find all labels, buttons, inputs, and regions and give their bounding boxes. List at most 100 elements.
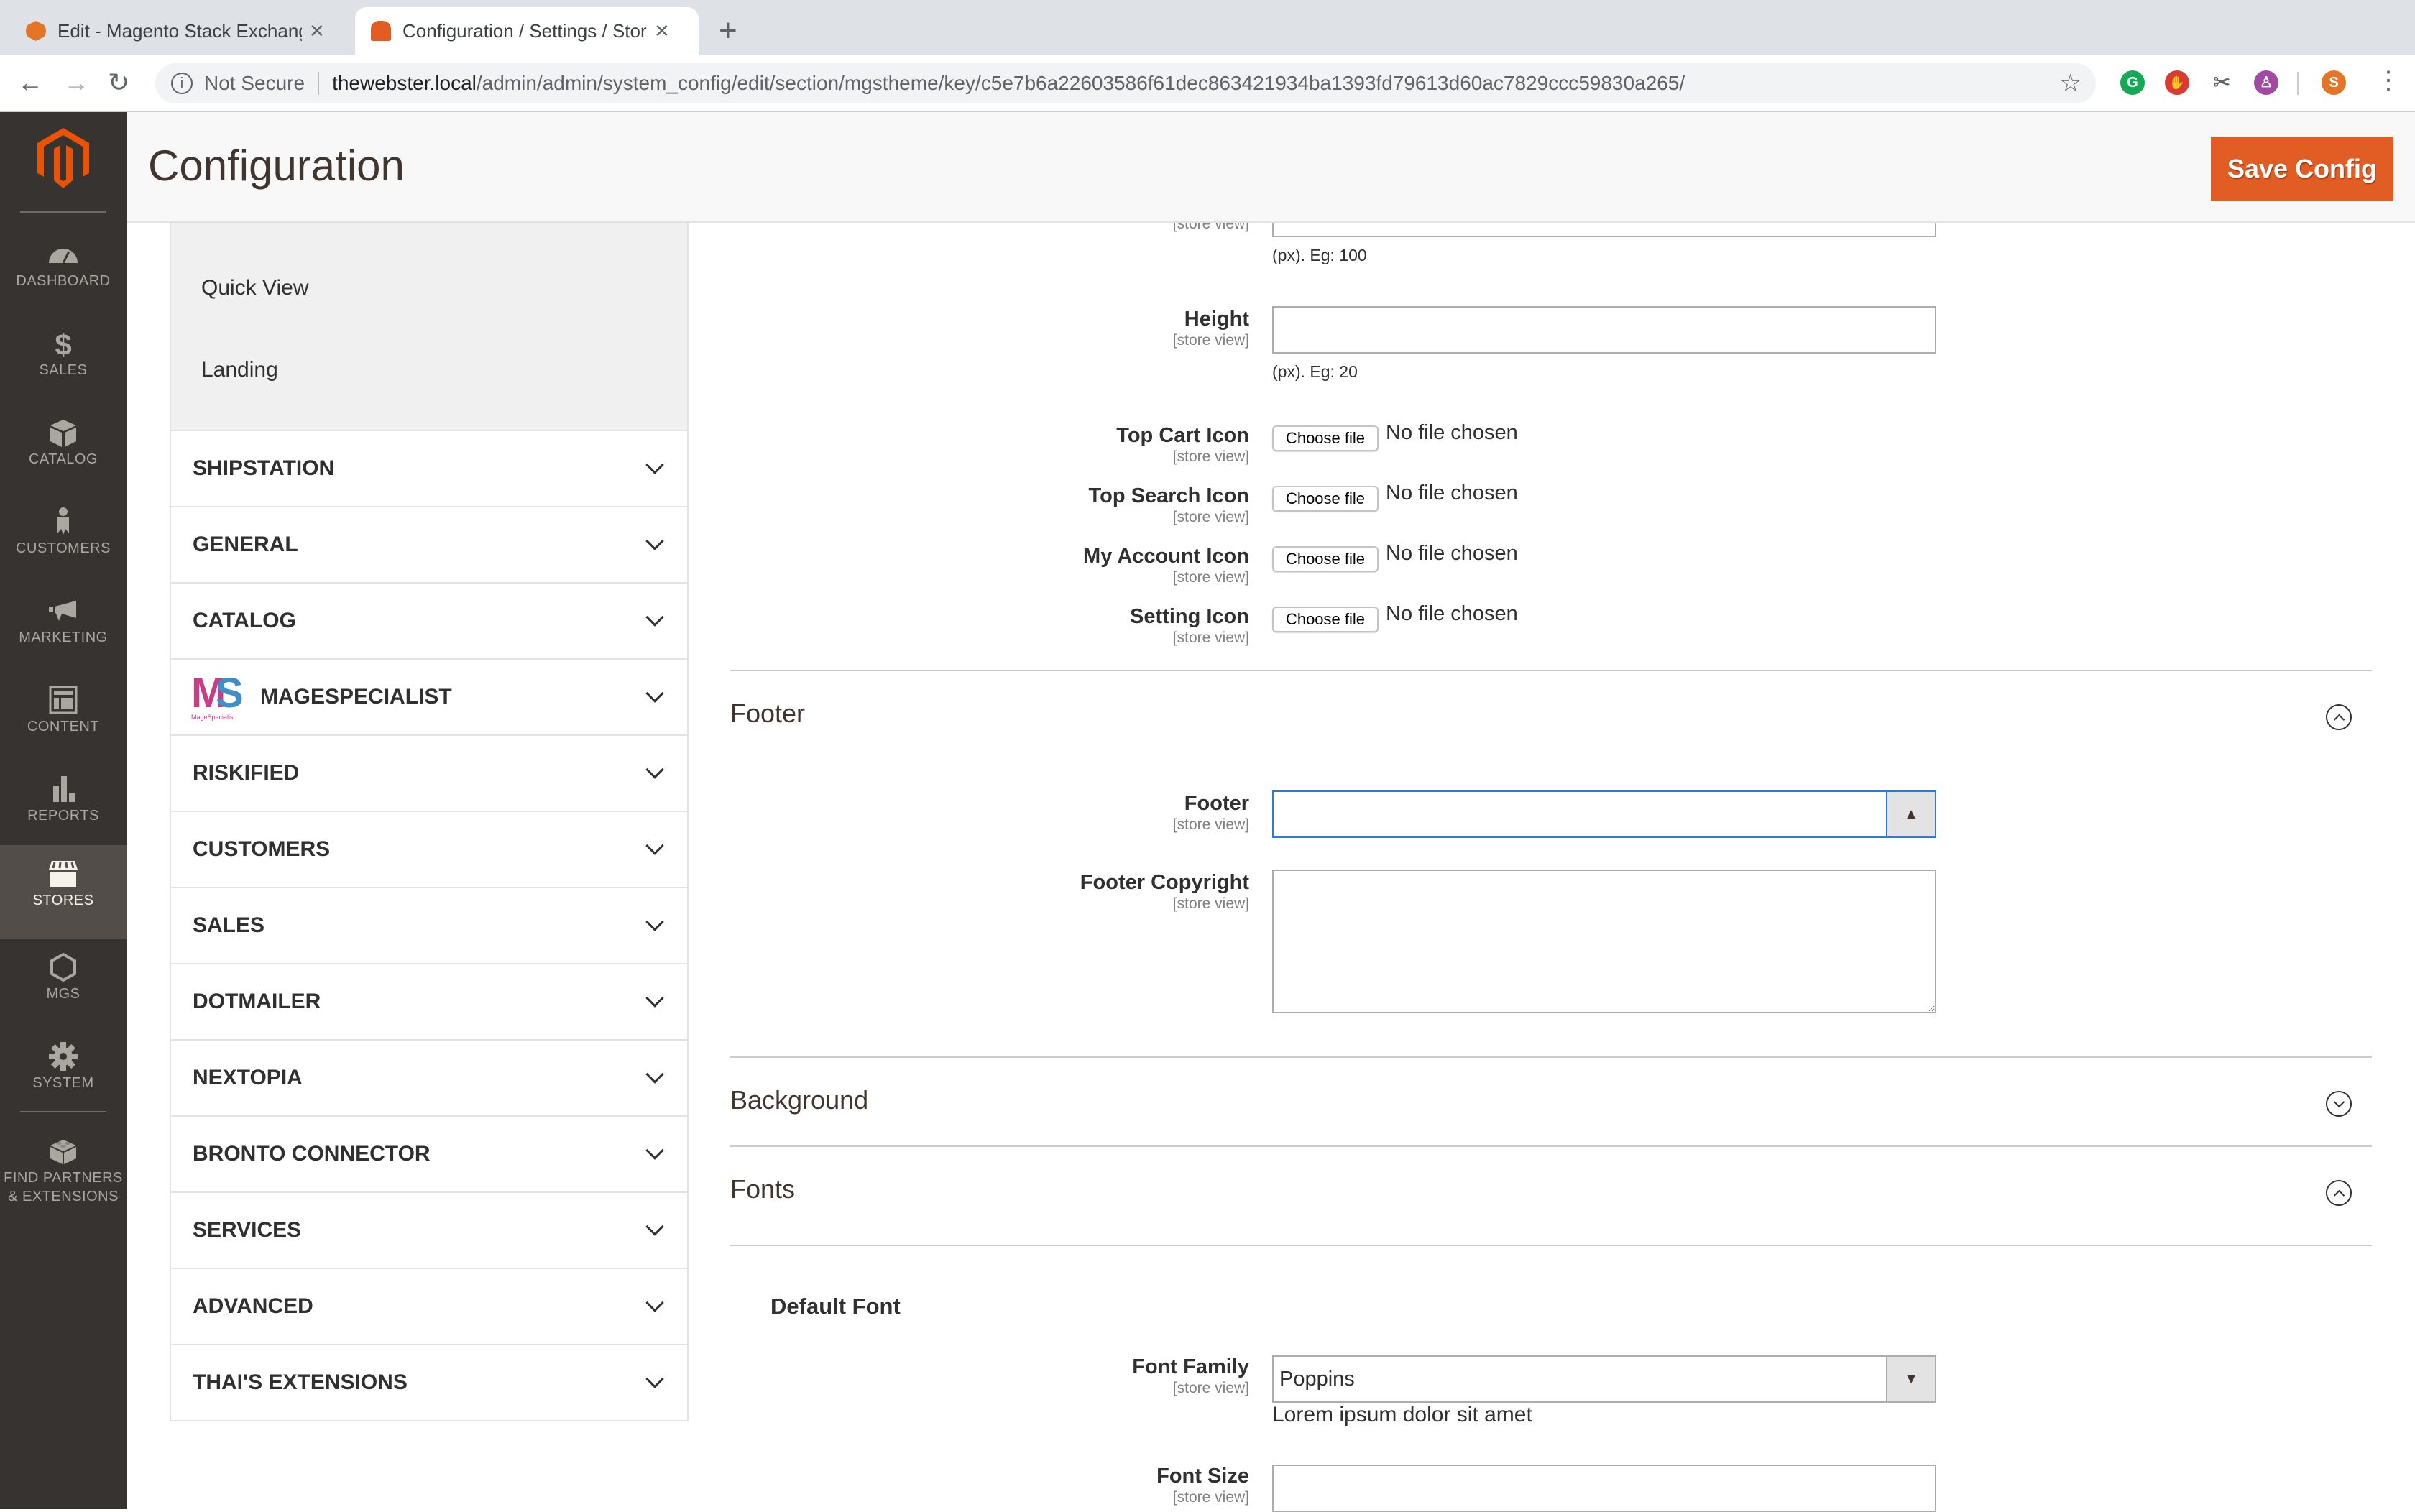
fonts-section-title[interactable]: Fonts [730, 1174, 795, 1204]
font-size-input[interactable] [1272, 1465, 1936, 1512]
scope-label: [store view] [1172, 569, 1249, 586]
admin-menu-reports[interactable]: REPORTS [0, 760, 126, 849]
admin-menu-label: REPORTS [27, 808, 99, 824]
admin-sidebar: DASHBOARD $ SALES CATALOG CUSTOMERS MARK… [0, 112, 126, 1509]
nav-section-dotmailer[interactable]: DOTMAILER [170, 964, 689, 1041]
stackexchange-magento-icon [26, 21, 46, 41]
my-account-icon-choose-file-button[interactable]: Choose file [1272, 546, 1379, 572]
collapse-section-icon[interactable] [2326, 704, 2352, 730]
admin-menu-stores[interactable]: STORES [0, 845, 126, 939]
tab-title: Edit - Magento Stack Exchange [58, 19, 302, 42]
admin-menu-mgs[interactable]: MGS [0, 939, 126, 1028]
height-input[interactable] [1272, 306, 1936, 354]
nav-section-label: DOTMAILER [193, 990, 321, 1013]
admin-menu-label: DASHBOARD [16, 273, 111, 289]
page-header-backdrop [126, 112, 2415, 223]
browser-tab-bar: Edit - Magento Stack Exchange ✕ Configur… [0, 0, 2415, 55]
nav-section-label: SALES [193, 913, 265, 937]
admin-menu-label: FIND PARTNERS & EXTENSIONS [4, 1170, 123, 1204]
admin-menu-sales[interactable]: $ SALES [0, 315, 126, 404]
toolbar-divider [2297, 72, 2299, 95]
footer-section-title[interactable]: Footer [730, 699, 805, 729]
security-label[interactable]: Not Secure [204, 72, 305, 95]
background-section-title[interactable]: Background [730, 1085, 868, 1115]
svg-text:$: $ [55, 328, 71, 359]
admin-menu-customers[interactable]: CUSTOMERS [0, 493, 126, 582]
file-status: No file chosen [1386, 602, 1518, 625]
chevron-down-icon [645, 913, 664, 931]
file-status: No file chosen [1386, 421, 1518, 444]
chevron-down-icon [645, 760, 664, 779]
save-config-button[interactable]: Save Config [2211, 137, 2393, 201]
info-icon[interactable]: i [171, 73, 193, 94]
nav-section-label: NEXTOPIA [193, 1066, 303, 1089]
top-cart-icon-label: Top Cart Icon [1116, 424, 1249, 447]
reload-icon[interactable]: ↻ [108, 68, 129, 98]
back-arrow-icon[interactable]: ← [17, 68, 43, 98]
person-icon [58, 507, 69, 535]
tools-extension-icon[interactable]: ✂ [2209, 70, 2234, 95]
nav-section-bronto-connector[interactable]: BRONTO CONNECTOR [170, 1117, 689, 1193]
expand-section-icon[interactable] [2326, 1091, 2352, 1117]
address-bar[interactable]: i Not Secure thewebster.local/admin/admi… [155, 63, 2096, 103]
admin-menu-label: MGS [46, 986, 80, 1002]
caret-up-icon[interactable]: ▲ [1886, 792, 1935, 836]
nav-section-services[interactable]: SERVICES [170, 1193, 689, 1269]
tab-magento-stack-exchange[interactable]: Edit - Magento Stack Exchange ✕ [10, 7, 348, 55]
nav-section-thais-extensions[interactable]: THAI'S EXTENSIONS [170, 1345, 689, 1421]
adblock-extension-icon[interactable]: ✋ [2165, 70, 2189, 95]
nav-section-magespecialist[interactable]: MS MageSpecialist MAGESPECIALIST [170, 660, 689, 736]
chevron-down-icon [645, 989, 664, 1008]
admin-menu-marketing[interactable]: MARKETING [0, 582, 126, 671]
nav-section-shipstation[interactable]: SHIPSTATION [170, 431, 689, 507]
scope-label: [store view] [1172, 509, 1249, 525]
profile-avatar[interactable]: S [2322, 70, 2346, 95]
footer-copyright-textarea[interactable] [1272, 870, 1936, 1013]
chevron-down-icon [645, 836, 664, 855]
nav-section-sales[interactable]: SALES [170, 888, 689, 964]
dollar-icon: $ [55, 328, 71, 359]
setting-icon-choose-file-button[interactable]: Choose file [1272, 607, 1379, 632]
layout-icon [49, 686, 78, 714]
nav-section-riskified[interactable]: RISKIFIED [170, 736, 689, 812]
new-tab-button[interactable]: + [719, 13, 737, 49]
tab-configuration[interactable]: Configuration / Settings / Stores ✕ [355, 7, 699, 55]
storefront-icon [49, 861, 78, 887]
file-status: No file chosen [1386, 542, 1518, 565]
setting-icon-label: Setting Icon [1130, 605, 1249, 628]
font-family-select[interactable]: Poppins ▼ [1272, 1355, 1936, 1403]
scope-label: [store view] [1172, 1489, 1249, 1506]
caret-down-icon[interactable]: ▼ [1886, 1357, 1935, 1401]
chrome-menu-icon[interactable]: ⋮ [2376, 66, 2401, 95]
footer-select[interactable]: ▲ [1272, 790, 1936, 838]
magento-logo-icon[interactable] [37, 128, 89, 188]
nav-section-customers[interactable]: CUSTOMERS [170, 812, 689, 888]
admin-menu-dashboard[interactable]: DASHBOARD [0, 226, 126, 315]
font-size-label: Font Size [1156, 1465, 1249, 1488]
nav-subitem-quick-view[interactable]: Quick View [201, 276, 309, 300]
top-cart-icon-choose-file-button[interactable]: Choose file [1272, 425, 1379, 451]
top-search-icon-choose-file-button[interactable]: Choose file [1272, 486, 1379, 512]
nav-section-catalog[interactable]: CATALOG [170, 584, 689, 660]
close-tab-icon[interactable]: ✕ [309, 20, 325, 42]
section-divider [730, 1145, 2372, 1147]
nav-section-advanced[interactable]: ADVANCED [170, 1269, 689, 1345]
scope-label: [store view] [1172, 332, 1249, 349]
chevron-down-icon [645, 532, 664, 550]
nav-section-nextopia[interactable]: NEXTOPIA [170, 1041, 689, 1117]
bookmark-star-icon[interactable]: ☆ [2060, 69, 2082, 98]
nav-section-label: SHIPSTATION [193, 456, 335, 480]
admin-menu-catalog[interactable]: CATALOG [0, 404, 126, 493]
close-tab-icon[interactable]: ✕ [654, 20, 670, 42]
admin-menu-content[interactable]: CONTENT [0, 671, 126, 760]
scope-label: [store view] [1172, 1380, 1249, 1396]
profile-extension-icon[interactable]: ♙ [2254, 70, 2278, 95]
collapse-section-icon[interactable] [2326, 1180, 2352, 1206]
admin-menu-find-partners[interactable]: FIND PARTNERS & EXTENSIONS [0, 1121, 126, 1229]
nav-section-general[interactable]: GENERAL [170, 507, 689, 584]
grammarly-extension-icon[interactable]: G [2120, 70, 2145, 95]
forward-arrow-icon[interactable]: → [63, 68, 89, 98]
browser-toolbar: ← → ↻ i Not Secure thewebster.local/admi… [0, 55, 2415, 112]
nav-subitem-landing[interactable]: Landing [201, 358, 278, 382]
admin-menu-system[interactable]: SYSTEM [0, 1028, 126, 1117]
